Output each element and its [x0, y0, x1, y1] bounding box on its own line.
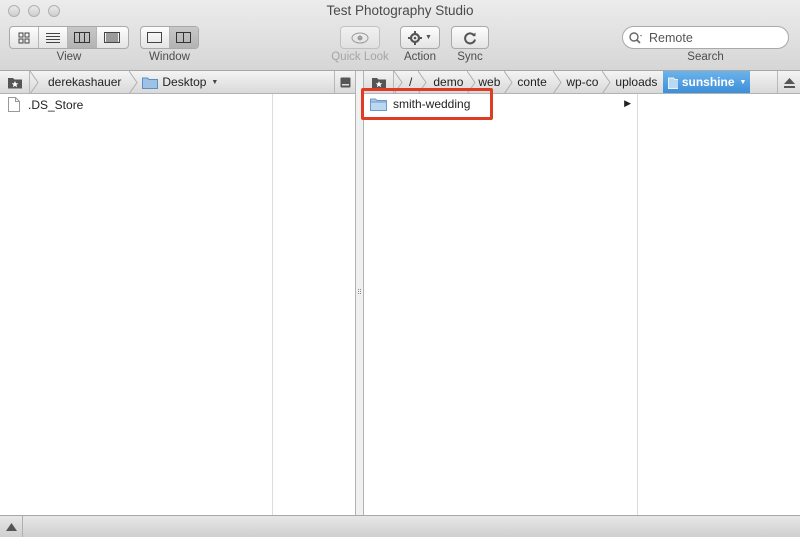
left-crumb-user[interactable]: derekashauer	[39, 71, 129, 93]
right-crumb-content[interactable]: conte	[513, 71, 553, 93]
left-drive-button[interactable]	[334, 71, 356, 93]
left-path-bar: derekashauer Desktop ▼	[0, 71, 356, 94]
document-icon	[8, 97, 20, 112]
status-bar	[0, 515, 800, 537]
search-icon	[629, 31, 642, 44]
dual-pane-icon	[176, 32, 192, 43]
left-crumb-desktop-label: Desktop	[162, 75, 207, 89]
folder-icon	[142, 77, 159, 89]
list-view-button[interactable]	[39, 27, 68, 48]
path-separator-icon	[602, 71, 611, 93]
single-pane-icon	[147, 32, 163, 43]
path-separator-icon	[129, 71, 138, 93]
left-file-pane	[0, 94, 355, 515]
eye-icon	[351, 32, 369, 43]
chevron-down-icon: ▼	[425, 34, 432, 41]
pane-splitter[interactable]	[355, 71, 364, 515]
annotation-highlight-box	[361, 88, 493, 120]
sync-label: Sync	[457, 51, 483, 63]
transfer-queue-toggle[interactable]	[0, 516, 23, 537]
triangle-up-icon	[5, 522, 17, 531]
list-item[interactable]: .DS_Store	[8, 95, 268, 114]
right-crumb-wpcontent[interactable]: wp-co	[562, 71, 602, 93]
chevron-down-icon: ▼	[739, 78, 747, 86]
icon-view-button[interactable]	[10, 27, 39, 48]
search-label: Search	[687, 51, 724, 63]
right-file-pane	[365, 94, 800, 515]
splitter-grip-icon	[358, 289, 361, 294]
column-view-button[interactable]	[68, 27, 97, 48]
disclosure-arrow-icon: ▶	[624, 98, 631, 108]
window-segmented-control	[140, 26, 199, 49]
sync-button[interactable]	[451, 26, 489, 49]
app-window: Test Photography Studio View Window Quic…	[0, 0, 800, 537]
grid-icon	[18, 32, 30, 43]
window-label: Window	[149, 51, 190, 63]
left-crumb-desktop[interactable]: Desktop ▼	[138, 71, 226, 93]
dual-pane-button[interactable]	[169, 27, 198, 48]
drive-icon	[340, 77, 351, 88]
single-pane-button[interactable]	[141, 27, 170, 48]
coverflow-icon	[103, 32, 120, 43]
right-crumb-sunshine-label: sunshine	[681, 75, 735, 89]
quicklook-label: Quick Look	[331, 51, 389, 63]
left-favorites-button[interactable]	[0, 71, 30, 93]
search-field[interactable]	[622, 26, 789, 49]
eject-icon	[783, 77, 795, 88]
action-button[interactable]: ▼	[400, 26, 440, 49]
list-icon	[46, 33, 60, 43]
sync-icon	[464, 31, 476, 44]
view-segmented-control	[9, 26, 129, 49]
chevron-down-icon: ▼	[211, 78, 219, 86]
right-crumb-sunshine[interactable]: sunshine ▼	[663, 71, 751, 93]
toolbar: Test Photography Studio View Window Quic…	[0, 0, 800, 71]
star-folder-icon	[371, 77, 386, 88]
right-eject-button[interactable]	[777, 71, 800, 93]
quicklook-button[interactable]	[340, 26, 380, 49]
window-title: Test Photography Studio	[326, 3, 474, 18]
view-label: View	[56, 51, 82, 63]
column-divider[interactable]	[272, 94, 273, 515]
action-label: Action	[404, 51, 436, 63]
columns-icon	[74, 32, 90, 43]
star-folder-icon	[7, 77, 22, 88]
path-separator-icon	[30, 71, 39, 93]
search-input[interactable]	[649, 30, 779, 45]
right-crumb-uploads[interactable]: uploads	[611, 71, 663, 93]
gear-icon	[408, 30, 423, 45]
folder-icon	[668, 77, 678, 89]
path-separator-icon	[553, 71, 562, 93]
file-name: .DS_Store	[28, 97, 84, 112]
coverflow-view-button[interactable]	[97, 27, 126, 48]
column-divider[interactable]	[637, 94, 638, 515]
path-separator-icon	[504, 71, 513, 93]
